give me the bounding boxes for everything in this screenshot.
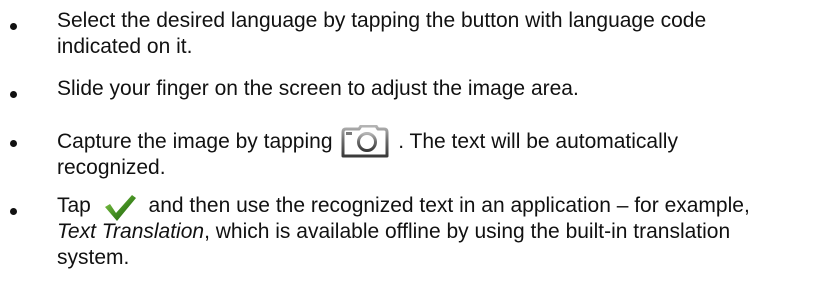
bullet: [10, 208, 17, 215]
instruction-line: system.: [57, 246, 130, 269]
instruction-line: Select the desired language by tapping t…: [57, 9, 707, 32]
instruction-line: Slide your finger on the screen to adjus…: [57, 77, 579, 100]
instruction-line: Tap and then use the recognized text in …: [57, 193, 817, 221]
instruction-line: indicated on it.: [57, 35, 193, 58]
instruction-text: Capture the image by tapping . The text …: [57, 125, 817, 181]
instruction-line: Capture the image by tapping . The text …: [57, 125, 817, 158]
instruction-fragment: , which is available offline by using th…: [204, 220, 731, 243]
checkmark-icon: [104, 195, 136, 221]
bullet: [10, 23, 17, 30]
app-name: Text Translation: [57, 220, 205, 243]
instruction-line: Text Translation, which is available off…: [57, 219, 817, 245]
instruction-text: Select the desired language by tapping t…: [57, 8, 817, 60]
instruction-fragment: and then use the recognized text in an a…: [148, 194, 750, 217]
instruction-fragment: Tap: [57, 194, 91, 217]
instruction-fragment: Capture the image by tapping: [57, 130, 333, 153]
camera-icon: [341, 125, 389, 158]
instruction-text: Slide your finger on the screen to adjus…: [57, 76, 817, 102]
instruction-list: Select the desired language by tapping t…: [0, 0, 832, 288]
instruction-text: Tap and then use the recognized text in …: [57, 193, 817, 271]
bullet: [10, 140, 17, 147]
instruction-line: recognized.: [57, 156, 166, 179]
instruction-fragment: . The text will be automatically: [398, 130, 678, 153]
bullet: [10, 91, 17, 98]
